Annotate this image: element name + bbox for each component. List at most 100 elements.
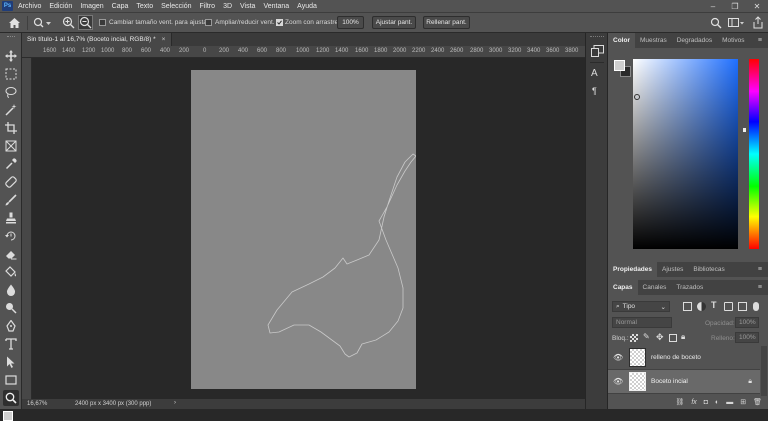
hue-slider[interactable] xyxy=(749,59,759,249)
filter-pixel-icon[interactable] xyxy=(683,302,692,311)
zoom-level[interactable]: 16,67% xyxy=(27,401,47,407)
dodge-tool-icon[interactable] xyxy=(3,300,19,316)
visibility-eye-icon[interactable]: 👁︎ xyxy=(613,353,623,362)
menu-capa[interactable]: Capa xyxy=(112,3,129,10)
menu-seleccion[interactable]: Selección xyxy=(161,3,191,10)
tab-motivos[interactable]: Motivos xyxy=(717,33,749,48)
delete-layer-icon[interactable]: 🗑︎ xyxy=(753,398,762,406)
document-canvas[interactable] xyxy=(191,70,416,389)
fill-input[interactable]: 100% xyxy=(735,332,759,343)
tab-propiedades[interactable]: Propiedades xyxy=(608,262,658,277)
paint-bucket-tool-icon[interactable] xyxy=(3,264,19,280)
history-panel-icon[interactable] xyxy=(591,45,604,57)
tab-ajustes[interactable]: Ajustes xyxy=(657,262,688,277)
pen-tool-icon[interactable] xyxy=(3,318,19,334)
zoom-tool-icon[interactable] xyxy=(3,390,19,406)
zoom-tool-preset-icon[interactable] xyxy=(33,17,51,29)
search-icon[interactable] xyxy=(710,17,722,29)
filter-adjustment-icon[interactable] xyxy=(697,302,706,311)
move-tool-icon[interactable] xyxy=(3,48,19,64)
menu-vista[interactable]: Vista xyxy=(240,3,255,10)
foreground-background-swatch[interactable] xyxy=(614,60,632,78)
brush-tool-icon[interactable] xyxy=(3,192,19,208)
maximize-icon[interactable]: ❐ xyxy=(724,0,746,12)
status-arrow-icon[interactable]: › xyxy=(174,400,176,406)
tab-color[interactable]: Color xyxy=(608,33,635,48)
filter-toggle-icon[interactable] xyxy=(753,302,759,311)
layer-row[interactable]: 👁︎ relleno de boceto xyxy=(608,346,760,370)
layer-filter-select[interactable]: ⌕ Tipo ⌄ xyxy=(612,301,670,312)
close-tab-icon[interactable]: × xyxy=(162,36,166,43)
lock-artboard-icon[interactable] xyxy=(669,334,677,342)
filter-smartobject-icon[interactable] xyxy=(738,302,747,311)
zoom-all-windows-checkbox[interactable] xyxy=(205,19,212,26)
home-icon[interactable] xyxy=(8,17,21,29)
tab-canales[interactable]: Canales xyxy=(638,280,672,295)
character-panel-icon[interactable]: A xyxy=(591,68,604,80)
blur-tool-icon[interactable] xyxy=(3,282,19,298)
panel-menu-icon[interactable]: ≡ xyxy=(758,37,762,44)
healing-brush-tool-icon[interactable] xyxy=(3,174,19,190)
adjustment-layer-icon[interactable]: ◐ xyxy=(715,399,719,406)
hue-slider-handle[interactable] xyxy=(743,128,746,132)
scrubby-zoom-checkbox[interactable] xyxy=(276,19,283,26)
zoom-100-button[interactable]: 100% xyxy=(337,16,364,29)
paragraph-panel-icon[interactable]: ¶ xyxy=(592,85,604,97)
panel-menu-icon[interactable]: ≡ xyxy=(758,284,762,291)
lock-position-icon[interactable]: ✥ xyxy=(656,332,664,343)
foreground-color-swatch[interactable] xyxy=(3,411,13,421)
type-tool-icon[interactable] xyxy=(3,336,19,352)
filter-shape-icon[interactable] xyxy=(724,302,733,311)
filter-type-icon[interactable]: T xyxy=(711,300,717,310)
crop-tool-icon[interactable] xyxy=(3,120,19,136)
document-tab[interactable]: Sin título-1 al 16,7% (Boceto incial, RG… xyxy=(22,33,172,46)
menu-ayuda[interactable]: Ayuda xyxy=(297,3,317,10)
layer-name[interactable]: relleno de boceto xyxy=(651,354,701,361)
menu-archivo[interactable]: Archivo xyxy=(18,3,41,10)
menu-3d[interactable]: 3D xyxy=(223,3,232,10)
add-mask-icon[interactable]: ◘ xyxy=(704,399,708,406)
tab-bibliotecas[interactable]: Bibliotecas xyxy=(688,262,729,277)
eyedropper-tool-icon[interactable] xyxy=(3,156,19,172)
menu-ventana[interactable]: Ventana xyxy=(263,3,289,10)
history-brush-tool-icon[interactable] xyxy=(3,228,19,244)
lock-transparent-icon[interactable] xyxy=(630,334,638,342)
opacity-input[interactable]: 100% xyxy=(735,317,759,328)
close-icon[interactable]: ✕ xyxy=(746,0,768,12)
frame-tool-icon[interactable] xyxy=(3,138,19,154)
menu-edicion[interactable]: Edición xyxy=(49,3,72,10)
lock-image-icon[interactable]: ✎ xyxy=(643,332,650,341)
minimize-icon[interactable]: – xyxy=(702,0,724,12)
zoom-out-icon[interactable] xyxy=(78,15,93,30)
marquee-tool-icon[interactable] xyxy=(3,66,19,82)
fill-screen-button[interactable]: Rellenar pant. xyxy=(423,16,470,29)
lock-all-icon[interactable]: 🔒︎ xyxy=(681,332,685,342)
layer-row-selected[interactable]: 👁︎ Boceto incial 🔒︎ xyxy=(608,370,760,394)
link-layers-icon[interactable]: ⛓︎ xyxy=(675,398,684,406)
magic-wand-tool-icon[interactable] xyxy=(3,102,19,118)
menu-texto[interactable]: Texto xyxy=(136,3,153,10)
resize-windows-checkbox[interactable] xyxy=(99,19,106,26)
panel-menu-icon[interactable]: ≡ xyxy=(758,266,762,273)
blend-mode-select[interactable]: Normal xyxy=(612,317,672,328)
color-picker-field[interactable] xyxy=(633,59,738,249)
visibility-eye-icon[interactable]: 👁︎ xyxy=(613,377,623,386)
lasso-tool-icon[interactable] xyxy=(3,84,19,100)
workspace-icon[interactable] xyxy=(728,17,744,29)
zoom-in-icon[interactable] xyxy=(62,16,75,29)
clone-stamp-tool-icon[interactable] xyxy=(3,210,19,226)
tab-degradados[interactable]: Degradados xyxy=(672,33,717,48)
share-icon[interactable] xyxy=(752,16,764,29)
new-group-icon[interactable]: ▬ xyxy=(726,399,733,406)
layer-style-icon[interactable]: fx xyxy=(691,399,696,406)
tab-muestras[interactable]: Muestras xyxy=(635,33,672,48)
tab-capas[interactable]: Capas xyxy=(608,280,638,295)
canvas-area[interactable] xyxy=(32,58,585,399)
menu-filtro[interactable]: Filtro xyxy=(200,3,216,10)
menu-imagen[interactable]: Imagen xyxy=(80,3,103,10)
new-layer-icon[interactable]: ⊞ xyxy=(740,398,746,406)
layer-name[interactable]: Boceto incial xyxy=(651,378,688,385)
rectangle-tool-icon[interactable] xyxy=(3,372,19,388)
path-selection-tool-icon[interactable] xyxy=(3,354,19,370)
tab-trazados[interactable]: Trazados xyxy=(671,280,708,295)
